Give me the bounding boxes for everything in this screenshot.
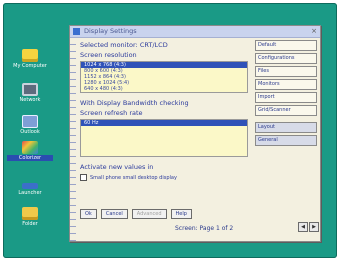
folder-icon <box>22 49 38 62</box>
window-title: Display Settings <box>84 27 137 35</box>
desktop-icon-outlook[interactable]: Outlook <box>7 115 53 135</box>
sidebar-item-general[interactable]: General <box>255 135 317 146</box>
sidebar-item-default[interactable]: Default <box>255 40 317 51</box>
sidebar-item-files[interactable]: Files <box>255 66 317 77</box>
cancel-button[interactable]: Cancel <box>100 209 128 219</box>
desktop-icon-launcher[interactable]: Launcher <box>7 179 53 196</box>
help-button[interactable]: Help <box>170 209 192 219</box>
refresh-note: With Display Bandwidth checking <box>80 99 189 107</box>
desktop-icon-my-computer[interactable]: My Computer <box>7 49 53 69</box>
vertical-ruler <box>70 38 76 241</box>
settings-window: Display Settings × Selected monitor: CRT… <box>69 25 321 242</box>
desktop-icon-label: Folder <box>22 221 38 227</box>
resolution-heading: Screen resolution <box>80 51 137 59</box>
color-palette-icon <box>22 141 38 154</box>
button-row: Ok Cancel Advanced Help <box>80 209 192 219</box>
status-text: Screen: Page 1 of 2 <box>175 225 234 232</box>
settings-content: Selected monitor: CRT/LCD Screen resolut… <box>80 41 248 181</box>
desktop-icon-colorizer[interactable]: Colorizer <box>7 141 53 161</box>
taskbar-icon <box>22 183 38 189</box>
mail-icon <box>22 115 38 128</box>
desktop: My Computer Network Outlook Colorizer La… <box>3 3 337 258</box>
desktop-icon-label: Colorizer <box>7 155 53 161</box>
option-checkbox-label: Small phone small desktop display <box>90 174 177 181</box>
computer-icon <box>22 83 38 96</box>
refresh-heading: Screen refresh rate <box>80 109 143 117</box>
screen: My Computer Network Outlook Colorizer La… <box>0 0 340 261</box>
option-checkbox[interactable] <box>80 174 87 181</box>
close-icon[interactable]: × <box>311 27 317 35</box>
desktop-icon-network[interactable]: Network <box>7 83 53 103</box>
desktop-icon-folder[interactable]: Folder <box>7 207 53 227</box>
advanced-button[interactable]: Advanced <box>131 209 167 219</box>
sidebar-item-configurations[interactable]: Configurations <box>255 53 317 64</box>
window-titlebar[interactable]: Display Settings × <box>70 26 320 38</box>
app-icon <box>73 28 80 35</box>
sidebar-item-import[interactable]: Import <box>255 92 317 103</box>
option-checkbox-row[interactable]: Small phone small desktop display <box>80 174 248 181</box>
category-sidebar: Default Configurations Files Monitors Im… <box>255 40 317 230</box>
sidebar-item-grid-scanner[interactable]: Grid/Scanner <box>255 105 317 116</box>
folder-icon <box>22 207 38 220</box>
apply-heading: Activate new values in <box>80 163 154 171</box>
ok-button[interactable]: Ok <box>80 209 97 219</box>
desktop-icon-label: My Computer <box>13 63 47 69</box>
refresh-rate-list[interactable]: 60 Hz <box>80 119 248 157</box>
monitor-heading: Selected monitor: CRT/LCD <box>80 41 168 49</box>
desktop-icon-label: Outlook <box>20 129 40 135</box>
desktop-icon-label: Network <box>19 97 41 103</box>
sidebar-item-layout[interactable]: Layout <box>255 122 317 133</box>
desktop-icon-label: Launcher <box>18 190 42 196</box>
sidebar-item-monitors[interactable]: Monitors <box>255 79 317 90</box>
refresh-rate-option[interactable] <box>81 150 247 156</box>
resolution-list[interactable]: 1024 x 768 (4:3) 800 x 600 (4:3) 1152 x … <box>80 61 248 93</box>
resolution-option[interactable]: 640 x 480 (4:3) <box>81 86 247 92</box>
